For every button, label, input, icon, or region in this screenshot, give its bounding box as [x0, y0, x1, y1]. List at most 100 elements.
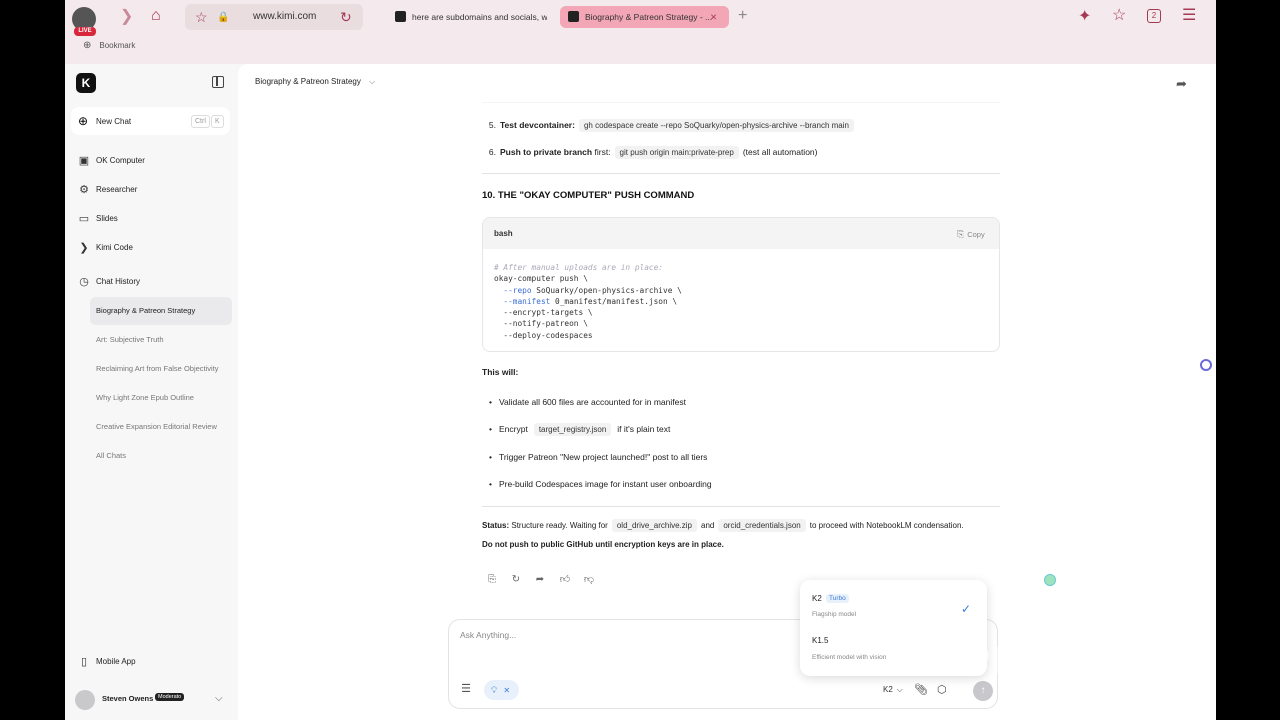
sidebar-item-label: Mobile App: [96, 657, 136, 666]
arrow-up-icon: ↑: [980, 685, 986, 696]
reload-icon[interactable]: ↻: [340, 9, 352, 25]
tab-label: here are subdomains and socials, w...: [412, 12, 547, 22]
close-icon[interactable]: ✕: [503, 686, 510, 695]
all-chats-link[interactable]: All Chats: [90, 442, 232, 470]
forward-icon[interactable]: ❯: [120, 9, 133, 25]
url-text: www.kimi.com: [253, 11, 317, 22]
tabs-count-icon[interactable]: 2: [1147, 9, 1161, 23]
favorites-icon[interactable]: ☆: [1112, 8, 1126, 24]
chevron-down-icon: ⌵: [896, 685, 903, 694]
turbo-badge: Turbo: [826, 594, 849, 603]
main-panel: Biography & Patreon Strategy ⌵ ➦ 5. Test …: [238, 64, 1216, 720]
kimi-logo[interactable]: K: [76, 73, 96, 93]
computer-icon: ▣: [78, 155, 90, 167]
list-text: if it's plain text: [617, 424, 671, 434]
chat-input[interactable]: [460, 630, 790, 640]
tab-favicon-icon: [395, 11, 406, 23]
thinking-toggle[interactable]: 💡︎ ✕: [484, 680, 519, 700]
tab-biography[interactable]: Biography & Patreon Strategy - ... ✕: [560, 6, 729, 28]
model-selector[interactable]: K2 ⌵: [883, 685, 903, 695]
new-tab-icon[interactable]: +: [738, 8, 747, 24]
list-item: Pre-build Codespaces image for instant u…: [489, 479, 712, 489]
slides-icon: ▭: [78, 213, 90, 225]
close-tab-icon[interactable]: ✕: [710, 6, 717, 28]
chat-title: Biography & Patreon Strategy: [255, 77, 361, 86]
model-desc: Efficient model with vision: [812, 654, 887, 661]
tab-label: Biography & Patreon Strategy - ...: [585, 12, 713, 22]
tab-subdomains[interactable]: here are subdomains and socials, w...: [387, 6, 547, 28]
list-item: Encrypt target_registry.json if it's plain…: [489, 423, 671, 436]
sidebar-item-label: Chat History: [96, 277, 141, 286]
share-icon[interactable]: ➦: [534, 574, 546, 586]
bookmark-bar[interactable]: ⊕ Bookmark: [83, 40, 135, 51]
thumbs-down-icon[interactable]: 👎︎: [583, 574, 595, 586]
tools-icon[interactable]: ☰: [459, 682, 473, 696]
history-item-light-zone[interactable]: Why Light Zone Epub Outline: [90, 384, 232, 412]
collapse-sidebar-icon[interactable]: [212, 76, 224, 88]
sidebar-item-researcher[interactable]: ⚙ Researcher: [71, 177, 231, 203]
sidebar-item-kimi-code[interactable]: ❯ Kimi Code: [71, 235, 231, 261]
code-line: --notify-patreon \: [494, 319, 588, 329]
code-line: --manifest 0_manifest/manifest.json \: [494, 296, 682, 307]
chevron-down-icon[interactable]: ⌵: [215, 693, 223, 704]
check-icon: ✓: [961, 602, 972, 616]
history-item-creative-expansion[interactable]: Creative Expansion Editorial Review: [90, 413, 232, 441]
share-icon[interactable]: ➦: [1176, 76, 1187, 92]
ai-sparkle-icon[interactable]: ✦: [1078, 9, 1091, 25]
sidebar-item-label: OK Computer: [96, 156, 145, 165]
history-item-biography[interactable]: Biography & Patreon Strategy: [90, 297, 232, 325]
code-line: --deploy-codespaces: [494, 330, 593, 340]
history-item-art[interactable]: Art: Subjective Truth: [90, 326, 232, 354]
list-item: Trigger Patreon "New project launched!" …: [489, 452, 707, 462]
sidebar-item-label: Kimi Code: [96, 243, 133, 252]
code-arg: 0_manifest/manifest.json \: [550, 296, 678, 306]
step-5: 5. Test devcontainer: gh codespace create …: [482, 119, 858, 132]
menu-icon[interactable]: ☰: [1182, 8, 1196, 24]
plus-circle-icon: ⊕: [78, 114, 89, 128]
attach-icon[interactable]: 📎︎: [914, 683, 928, 696]
cube-icon[interactable]: ⬡: [937, 683, 947, 696]
regenerate-icon[interactable]: ↻: [510, 574, 522, 586]
bookmark-star-icon[interactable]: ☆: [195, 9, 208, 25]
user-plan-badge: Moderato: [155, 693, 185, 701]
prism-live-watermark: PRISM Live: [965, 640, 1182, 682]
status-text: and: [701, 521, 715, 530]
chat-title-dropdown[interactable]: Biography & Patreon Strategy ⌵: [255, 77, 375, 87]
status-text: to proceed with NotebookLM condensation.: [809, 521, 964, 530]
home-icon[interactable]: ⌂: [151, 8, 161, 24]
user-name: Steven Owens: [102, 694, 154, 703]
sidebar-item-slides[interactable]: ▭ Slides: [71, 206, 231, 232]
lock-icon: 🔒: [217, 12, 230, 23]
sidebar-item-mobile-app[interactable]: ▯ Mobile App: [71, 649, 231, 675]
avatar: [75, 690, 95, 710]
copy-button[interactable]: ⎘ Copy: [957, 229, 985, 240]
model-option-k2[interactable]: K2 Turbo Flagship model ✓: [800, 580, 987, 626]
inline-code: target_registry.json: [533, 423, 612, 436]
model-desc: Flagship model: [812, 611, 857, 618]
sidebar-item-ok-computer[interactable]: ▣ OK Computer: [71, 148, 231, 174]
code-flag: --repo: [494, 285, 532, 295]
inline-code: orcid_credentials.json: [718, 519, 806, 532]
sidebar-item-chat-history[interactable]: ◷ Chat History: [71, 269, 231, 295]
new-chat-button[interactable]: ⊕ New Chat Ctrl K: [71, 107, 230, 135]
section-heading: 10. THE "OKAY COMPUTER" PUSH COMMAND: [482, 190, 695, 201]
copy-icon[interactable]: ⎘: [486, 574, 498, 586]
thumbs-up-icon[interactable]: 👍︎: [559, 574, 571, 586]
divider: [482, 506, 1000, 507]
warning-text: Do not push to public GitHub until encry…: [482, 540, 724, 549]
history-icon: ◷: [79, 276, 89, 288]
send-button[interactable]: ↑: [973, 681, 993, 701]
code-line: okay-computer push \: [494, 274, 588, 284]
copy-label: Copy: [967, 230, 985, 239]
kimi-favicon-icon: [568, 11, 579, 23]
code-line: # After manual uploads are in place:: [494, 263, 663, 272]
history-item-reclaiming-art[interactable]: Reclaiming Art from False Objectivity: [90, 355, 232, 383]
lightbulb-icon: 💡︎: [491, 685, 498, 695]
inline-code: old_drive_archive.zip: [611, 519, 697, 532]
user-profile[interactable]: Steven Owens Moderato ⌵: [75, 688, 230, 712]
model-option-k15[interactable]: K1.5 Efficient model with vision: [800, 626, 987, 672]
divider: [482, 102, 1000, 103]
address-bar[interactable]: ☆ 🔒 www.kimi.com ↻: [185, 4, 363, 30]
shortcut-ctrl: Ctrl: [191, 115, 210, 128]
status-label: Status:: [482, 521, 510, 530]
